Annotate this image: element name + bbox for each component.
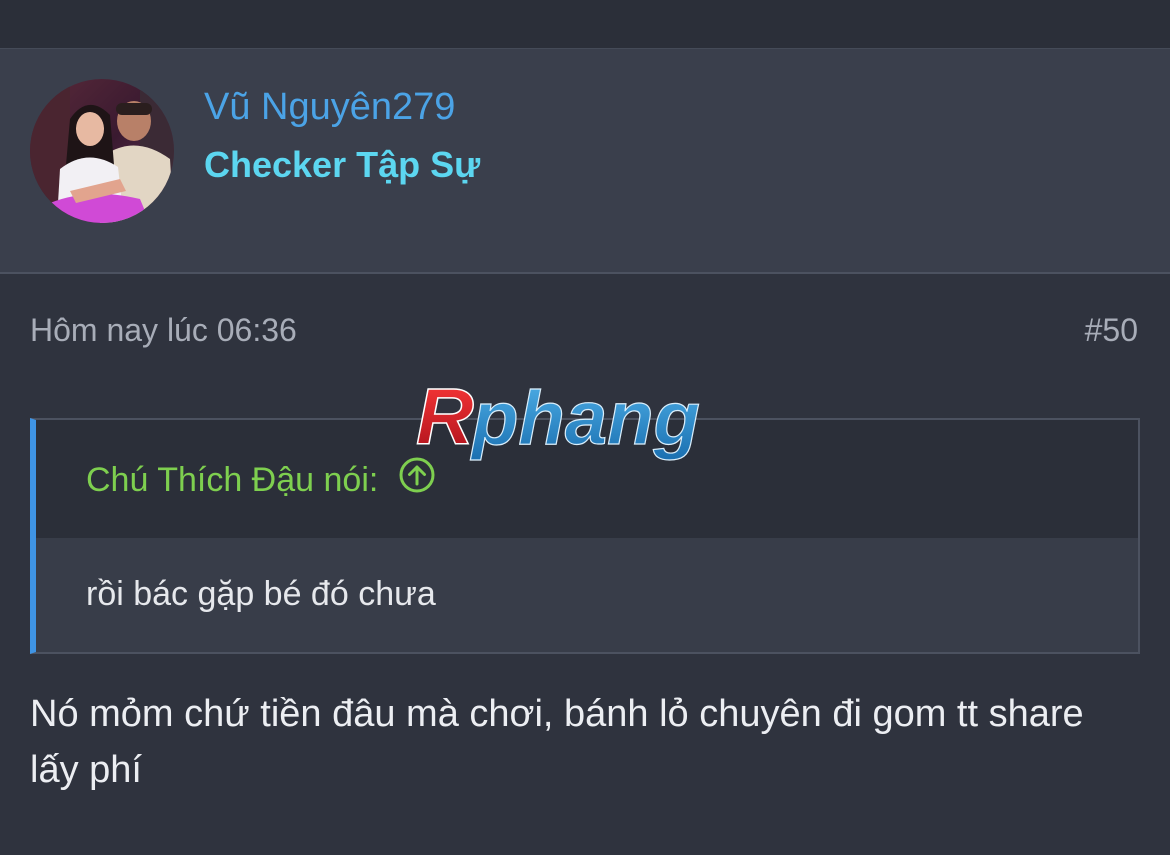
quote-author[interactable]: Chú Thích Đậu nói: <box>86 457 436 503</box>
avatar-photo <box>30 79 174 223</box>
watermark-logo: R phang <box>408 371 768 478</box>
quote-author-label: Chú Thích Đậu nói: <box>86 461 379 499</box>
username[interactable]: Vũ Nguyên279 <box>204 85 455 129</box>
user-title: Checker Tập Sự <box>204 144 481 185</box>
page: Vũ Nguyên279 Checker Tập Sự Hôm nay lúc … <box>0 0 1170 855</box>
top-bar <box>0 0 1170 48</box>
post-number[interactable]: #50 <box>1085 310 1138 350</box>
svg-text:R: R <box>416 378 474 461</box>
post-date[interactable]: Hôm nay lúc 06:36 <box>30 310 297 350</box>
user-header: Vũ Nguyên279 Checker Tập Sự <box>0 48 1170 274</box>
avatar[interactable] <box>30 79 174 223</box>
quote-text: rồi bác gặp bé đó chưa <box>86 575 436 613</box>
post-body: Nó mỏm chứ tiền đâu mà chơi, bánh lỏ chu… <box>30 693 1084 791</box>
svg-text:phang: phang <box>470 378 700 461</box>
